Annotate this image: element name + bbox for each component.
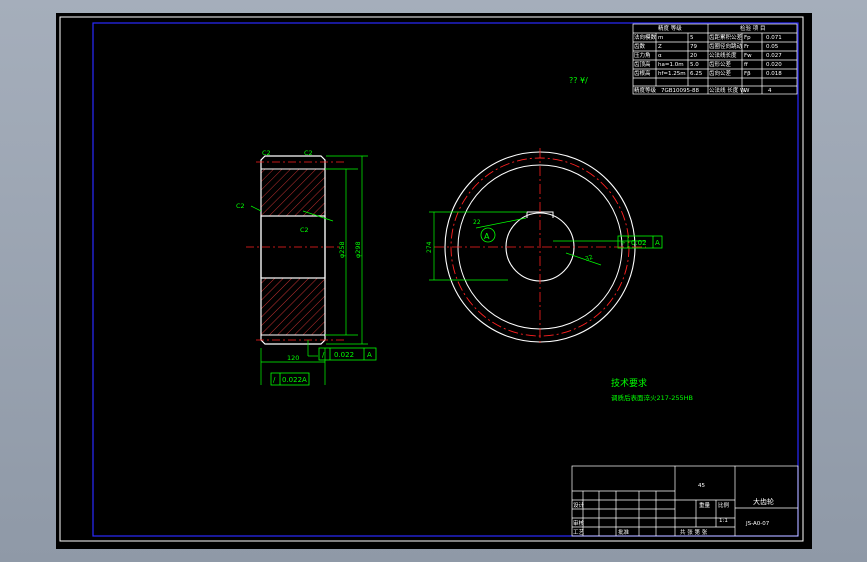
param-cell: m: [658, 35, 663, 41]
datum-label: A: [484, 232, 490, 241]
sheet-info-label: 共 张 第 张: [680, 528, 708, 536]
param-cell: ff: [744, 62, 748, 68]
chamfer-right-label: C2: [304, 149, 313, 157]
param-cell: 压力角: [634, 51, 651, 59]
param-cell: hf=1.25m: [658, 71, 686, 77]
svg-text:0.02: 0.02: [631, 239, 647, 247]
tech-requirements-text: 调质后表面淬火217-255HB: [611, 393, 693, 402]
svg-text:0.022: 0.022: [334, 351, 354, 359]
param-cell: 齿顶高: [634, 60, 651, 68]
checker-label: 审核: [573, 519, 585, 527]
svg-text:A: A: [655, 239, 660, 247]
drawing-sheet[interactable]: 精度 等级 检验 项 目 精度等级 7GB10095-88 公法线 长度 W W…: [56, 13, 812, 549]
symmetry-tolerance-frame: ÷ 0.02 A: [617, 235, 663, 249]
param-cell: 20: [690, 53, 697, 59]
rim-hatch-top: [261, 169, 325, 216]
keyway-depth-label: 274: [426, 241, 433, 253]
param-cell: Fr: [744, 44, 750, 50]
param-cell: 0.05: [766, 44, 779, 50]
designer-label: 设计: [573, 501, 585, 509]
param-footer-w-label: 公法线 长度 W: [709, 86, 746, 94]
rim-hatch-bottom: [261, 278, 325, 335]
annotation-label: ?? ¥/: [569, 76, 588, 85]
param-cell: ha=1.0m: [658, 62, 684, 68]
svg-text:÷: ÷: [620, 239, 626, 247]
scale-value: 1:1: [719, 518, 728, 524]
param-footer-value: 7GB10095-88: [661, 88, 700, 94]
param-cell: 齿圈径向跳动: [709, 42, 743, 50]
svg-text:A: A: [302, 376, 307, 384]
approve-label: 批准: [618, 528, 630, 536]
param-cell: 齿距累积公差: [709, 33, 743, 41]
dim-bore-label: φ258: [338, 241, 346, 258]
svg-text:/: /: [273, 376, 276, 384]
param-cell: 公法线长度: [709, 51, 737, 59]
keyway-tol-label: 32: [584, 254, 594, 263]
part-name-label: 大齿轮: [753, 497, 774, 506]
param-cell: 0.027: [766, 53, 782, 59]
param-cell: 5.0: [690, 62, 699, 68]
param-header-left: 精度 等级: [658, 24, 682, 32]
chamfer-inner-label: C2: [300, 226, 309, 234]
param-footer-label: 精度等级: [634, 86, 657, 94]
param-cell: 0.071: [766, 35, 782, 41]
param-cell: Fp: [744, 35, 751, 41]
runout-tolerance-frame: / 0.022 A: [270, 372, 310, 386]
flatness-tolerance-frame: / 0.022 A: [318, 347, 377, 361]
param-cell: 79: [690, 44, 697, 50]
scale-label: 比例: [718, 501, 730, 509]
drawing-frame: [92, 22, 799, 537]
param-cell: Fw: [744, 53, 752, 59]
param-footer-w-value: 4: [768, 88, 772, 94]
param-footer-w-symbol: W: [744, 88, 750, 94]
svg-text:/: /: [322, 351, 325, 359]
dim-outer-label: φ298: [354, 241, 362, 258]
sheet-outer-border: [59, 16, 804, 542]
chamfer-outer-label: C2: [236, 202, 245, 210]
param-cell: 0.020: [766, 62, 782, 68]
param-cell: Z: [658, 44, 662, 50]
param-cell: 齿数: [634, 42, 646, 50]
param-cell: 0.018: [766, 71, 782, 77]
drawing-canvas[interactable]: 精度 等级 检验 项 目 精度等级 7GB10095-88 公法线 长度 W W…: [56, 13, 812, 549]
param-cell: 5: [690, 35, 694, 41]
front-view: A 274 22 32 ÷ 0.02 A: [426, 148, 663, 346]
cad-workspace: 精度 等级 检验 项 目 精度等级 7GB10095-88 公法线 长度 W W…: [0, 0, 867, 562]
chamfer-left-label: C2: [262, 149, 271, 157]
param-cell: 齿向公差: [709, 69, 732, 77]
param-cell: α: [658, 53, 662, 59]
param-cell: 6.25: [690, 71, 703, 77]
param-cell: 齿根高: [634, 69, 651, 77]
svg-text:0.022: 0.022: [282, 376, 302, 384]
param-cell: 法向模数: [634, 33, 657, 41]
side-section-view: C2 C2 C2 C2 120 φ258 φ298 / 0.022 A / 0.…: [236, 149, 377, 386]
material-label: 45: [698, 483, 705, 489]
param-cell: Fβ: [744, 71, 751, 77]
dim-width-label: 120: [287, 354, 299, 362]
drawing-no-label: JS-A0-07: [745, 521, 770, 527]
param-cell: 齿形公差: [709, 60, 732, 68]
weight-label: 重量: [699, 501, 711, 509]
svg-text:A: A: [367, 351, 372, 359]
param-header-right: 检验 项 目: [740, 24, 766, 32]
keyway-width-label: 22: [473, 219, 481, 226]
process-label: 工艺: [573, 529, 585, 536]
tech-requirements-title: 技术要求: [611, 377, 647, 389]
